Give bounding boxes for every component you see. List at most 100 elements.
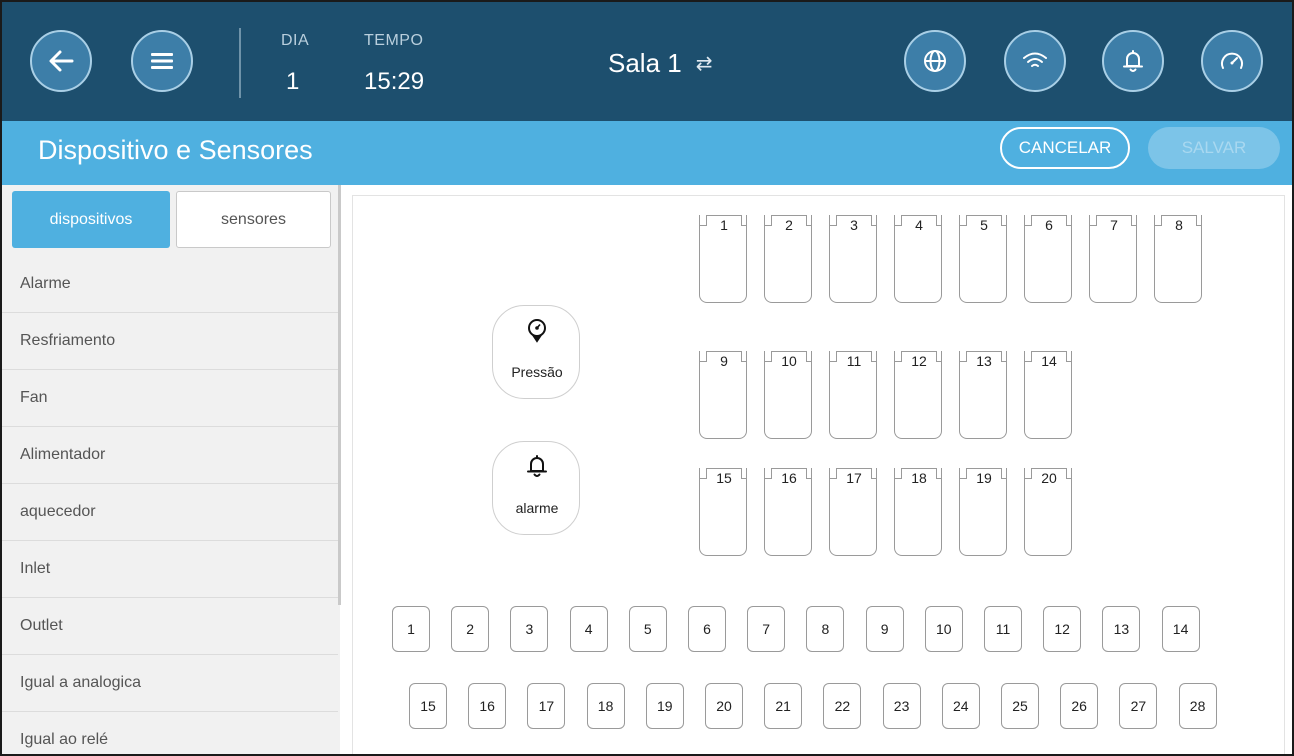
port-box[interactable]: 16: [468, 683, 507, 729]
port-box[interactable]: 7: [747, 606, 786, 652]
sidebar-item-fan[interactable]: Fan: [2, 370, 338, 427]
port-box[interactable]: 23: [882, 683, 921, 729]
relay-slot-number: 10: [781, 353, 797, 369]
port-box[interactable]: 22: [823, 683, 862, 729]
relay-slot-number: 13: [976, 353, 992, 369]
notifications-button[interactable]: [1102, 30, 1164, 92]
hamburger-menu-icon: [151, 53, 173, 69]
save-button[interactable]: SALVAR: [1148, 127, 1280, 169]
relay-slot-number: 6: [1045, 217, 1053, 233]
bell-icon: [1123, 50, 1143, 72]
port-box[interactable]: 10: [924, 606, 963, 652]
device-pressure[interactable]: Pressão: [492, 305, 580, 399]
top-bar: DIA 1 TEMPO 15:29 Sala 1 ⇄: [2, 2, 1292, 121]
sidebar-item-alimentador[interactable]: Alimentador: [2, 427, 338, 484]
time-label: TEMPO: [364, 32, 424, 49]
relay-slot[interactable]: 9: [699, 351, 747, 439]
relay-slot[interactable]: 4: [894, 215, 942, 303]
time-value: 15:29: [364, 68, 425, 95]
port-box[interactable]: 25: [1001, 683, 1039, 729]
header-divider: [239, 28, 241, 98]
sidebar-item-outlet[interactable]: Outlet: [2, 598, 338, 655]
port-box[interactable]: 27: [1119, 683, 1158, 729]
day-label: DIA: [281, 32, 310, 49]
relay-slot[interactable]: 13: [959, 351, 1007, 439]
sidebar-item-aquecedor[interactable]: aquecedor: [2, 484, 338, 541]
relay-slot[interactable]: 11: [829, 351, 877, 439]
port-box[interactable]: 20: [705, 683, 743, 729]
port-box[interactable]: 3: [510, 606, 549, 652]
port-box[interactable]: 5: [628, 606, 667, 652]
sidebar: dispositivos sensores Alarme Resfriament…: [2, 185, 340, 754]
port-box[interactable]: 1: [392, 606, 430, 652]
relay-slot[interactable]: 10: [764, 351, 812, 439]
globe-button[interactable]: [904, 30, 966, 92]
sidebar-item-resfriamento[interactable]: Resfriamento: [2, 313, 338, 370]
relay-slot-number: 4: [915, 217, 923, 233]
relay-slot[interactable]: 17: [829, 468, 877, 556]
relay-slot[interactable]: 16: [764, 468, 812, 556]
wifi-icon: [1023, 52, 1047, 67]
relay-slot[interactable]: 12: [894, 351, 942, 439]
sidebar-item-alarme[interactable]: Alarme: [2, 256, 338, 313]
room-selector[interactable]: Sala 1 ⇄: [608, 48, 713, 79]
gauge-button[interactable]: [1201, 30, 1263, 92]
relay-slot[interactable]: 14: [1024, 351, 1072, 439]
port-box[interactable]: 4: [569, 606, 608, 652]
page-title: Dispositivo e Sensores: [38, 135, 313, 165]
port-box[interactable]: 21: [764, 683, 803, 729]
relay-slot[interactable]: 7: [1089, 215, 1137, 303]
relay-slot-number: 19: [976, 470, 992, 486]
port-box[interactable]: 9: [865, 606, 904, 652]
relay-slot[interactable]: 18: [894, 468, 942, 556]
gauge-icon: [1221, 52, 1243, 69]
relay-slot-number: 8: [1175, 217, 1183, 233]
sidebar-item-inlet[interactable]: Inlet: [2, 541, 338, 598]
port-box[interactable]: 17: [527, 683, 566, 729]
relay-slot[interactable]: 19: [959, 468, 1007, 556]
relay-slot-number: 5: [980, 217, 988, 233]
relay-slot-number: 17: [846, 470, 862, 486]
relay-slot[interactable]: 3: [829, 215, 877, 303]
port-box[interactable]: 15: [409, 683, 447, 729]
sidebar-scrollbar[interactable]: [338, 185, 341, 605]
relay-slot[interactable]: 1: [699, 215, 747, 303]
relay-slot-number: 20: [1041, 470, 1057, 486]
port-box[interactable]: 28: [1178, 683, 1217, 729]
relay-slot-number: 12: [911, 353, 927, 369]
relay-slot-number: 15: [716, 470, 732, 486]
wifi-button[interactable]: [1004, 30, 1066, 92]
relay-slot[interactable]: 20: [1024, 468, 1072, 556]
back-button[interactable]: [30, 30, 92, 92]
relay-slot[interactable]: 6: [1024, 215, 1072, 303]
device-alarm[interactable]: alarme: [492, 441, 580, 535]
port-box[interactable]: 18: [586, 683, 625, 729]
cancel-button[interactable]: CANCELAR: [1000, 127, 1130, 169]
back-arrow-icon: [49, 50, 74, 72]
port-box[interactable]: 14: [1161, 606, 1200, 652]
relay-slot-number: 3: [850, 217, 858, 233]
relay-slot[interactable]: 5: [959, 215, 1007, 303]
device-alarm-label: alarme: [515, 500, 559, 516]
sidebar-item-igual-analogica[interactable]: Igual a analogica: [2, 655, 338, 712]
relay-slot[interactable]: 15: [699, 468, 747, 556]
port-box[interactable]: 26: [1060, 683, 1099, 729]
app-window: DIA 1 TEMPO 15:29 Sala 1 ⇄ Dispositivo e…: [0, 0, 1294, 756]
relay-slot-number: 7: [1110, 217, 1118, 233]
relay-slot[interactable]: 8: [1154, 215, 1202, 303]
port-box[interactable]: 24: [941, 683, 980, 729]
port-box[interactable]: 11: [984, 606, 1022, 652]
relay-slot-number: 2: [785, 217, 793, 233]
sidebar-item-igual-rele[interactable]: Igual ao relé: [2, 712, 338, 754]
menu-button[interactable]: [131, 30, 193, 92]
port-box[interactable]: 6: [688, 606, 726, 652]
port-box[interactable]: 12: [1043, 606, 1082, 652]
port-box[interactable]: 2: [451, 606, 490, 652]
port-box[interactable]: 8: [806, 606, 845, 652]
tab-sensors[interactable]: sensores: [176, 191, 331, 248]
relay-slot[interactable]: 2: [764, 215, 812, 303]
port-box[interactable]: 19: [645, 683, 684, 729]
tab-devices[interactable]: dispositivos: [12, 191, 170, 248]
relay-slot-number: 11: [846, 353, 862, 369]
port-box[interactable]: 13: [1102, 606, 1141, 652]
